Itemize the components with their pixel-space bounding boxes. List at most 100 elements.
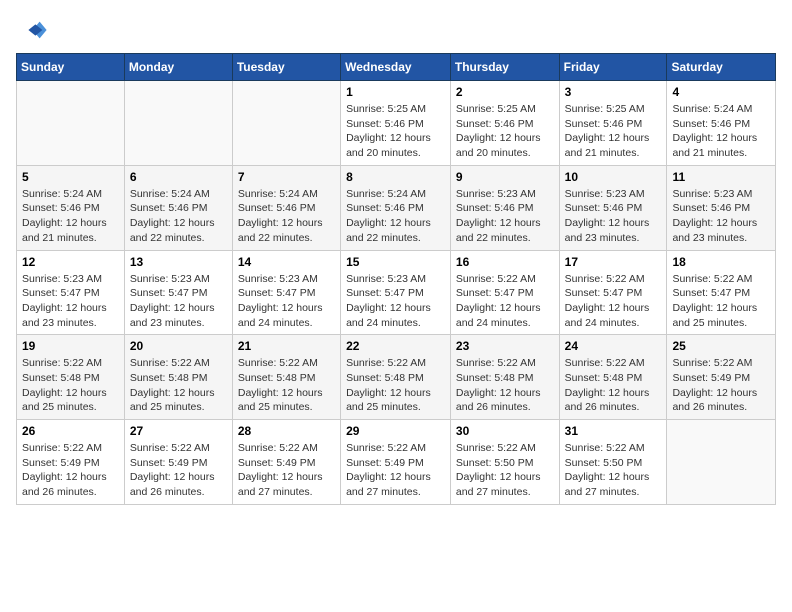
calendar-cell: 8 Sunrise: 5:24 AMSunset: 5:46 PMDaylight… <box>341 165 451 250</box>
day-info: Sunrise: 5:22 AMSunset: 5:50 PMDaylight:… <box>565 441 662 500</box>
calendar-cell: 22 Sunrise: 5:22 AMSunset: 5:48 PMDayligh… <box>341 335 451 420</box>
day-number: 3 <box>565 85 662 99</box>
day-info: Sunrise: 5:23 AMSunset: 5:47 PMDaylight:… <box>346 272 445 331</box>
calendar-cell: 26 Sunrise: 5:22 AMSunset: 5:49 PMDayligh… <box>17 420 125 505</box>
day-info: Sunrise: 5:22 AMSunset: 5:48 PMDaylight:… <box>565 356 662 415</box>
day-number: 6 <box>130 170 227 184</box>
calendar-cell: 2 Sunrise: 5:25 AMSunset: 5:46 PMDaylight… <box>450 81 559 166</box>
day-info: Sunrise: 5:25 AMSunset: 5:46 PMDaylight:… <box>565 102 662 161</box>
calendar-cell: 5 Sunrise: 5:24 AMSunset: 5:46 PMDaylight… <box>17 165 125 250</box>
calendar-cell: 18Sunrise: 5:22 AMSunset: 5:47 PMDayligh… <box>667 250 776 335</box>
day-info: Sunrise: 5:24 AMSunset: 5:46 PMDaylight:… <box>238 187 335 246</box>
calendar-cell <box>667 420 776 505</box>
day-number: 2 <box>456 85 554 99</box>
calendar-cell: 28 Sunrise: 5:22 AMSunset: 5:49 PMDayligh… <box>232 420 340 505</box>
day-info: Sunrise: 5:23 AMSunset: 5:46 PMDaylight:… <box>565 187 662 246</box>
calendar-cell: 21 Sunrise: 5:22 AMSunset: 5:48 PMDayligh… <box>232 335 340 420</box>
day-number: 22 <box>346 339 445 353</box>
calendar-cell: 3 Sunrise: 5:25 AMSunset: 5:46 PMDaylight… <box>559 81 667 166</box>
calendar-cell: 10 Sunrise: 5:23 AMSunset: 5:46 PMDayligh… <box>559 165 667 250</box>
day-number: 11 <box>672 170 770 184</box>
day-number: 4 <box>672 85 770 99</box>
day-info: Sunrise: 5:25 AMSunset: 5:46 PMDaylight:… <box>456 102 554 161</box>
day-number: 10 <box>565 170 662 184</box>
day-info: Sunrise: 5:22 AMSunset: 5:47 PMDaylight:… <box>672 272 770 331</box>
calendar-cell: 12 Sunrise: 5:23 AMSunset: 5:47 PMDayligh… <box>17 250 125 335</box>
logo-icon <box>20 16 48 44</box>
day-info: Sunrise: 5:23 AMSunset: 5:47 PMDaylight:… <box>130 272 227 331</box>
day-number: 29 <box>346 424 445 438</box>
logo <box>16 16 48 49</box>
day-number: 5 <box>22 170 119 184</box>
day-number: 21 <box>238 339 335 353</box>
day-header-thursday: Thursday <box>450 54 559 81</box>
day-number: 16 <box>456 255 554 269</box>
day-info: Sunrise: 5:23 AMSunset: 5:47 PMDaylight:… <box>238 272 335 331</box>
calendar-cell: 9 Sunrise: 5:23 AMSunset: 5:46 PMDaylight… <box>450 165 559 250</box>
calendar-cell: 20Sunrise: 5:22 AMSunset: 5:48 PMDayligh… <box>124 335 232 420</box>
page-header <box>16 16 776 49</box>
day-info: Sunrise: 5:22 AMSunset: 5:47 PMDaylight:… <box>565 272 662 331</box>
header-row: SundayMondayTuesdayWednesdayThursdayFrid… <box>17 54 776 81</box>
day-number: 23 <box>456 339 554 353</box>
day-header-wednesday: Wednesday <box>341 54 451 81</box>
week-row-1: 1 Sunrise: 5:25 AMSunset: 5:46 PMDaylight… <box>17 81 776 166</box>
day-number: 14 <box>238 255 335 269</box>
day-number: 31 <box>565 424 662 438</box>
day-info: Sunrise: 5:24 AMSunset: 5:46 PMDaylight:… <box>346 187 445 246</box>
day-info: Sunrise: 5:22 AMSunset: 5:49 PMDaylight:… <box>672 356 770 415</box>
day-number: 9 <box>456 170 554 184</box>
day-number: 7 <box>238 170 335 184</box>
day-header-friday: Friday <box>559 54 667 81</box>
calendar-cell: 30Sunrise: 5:22 AMSunset: 5:50 PMDayligh… <box>450 420 559 505</box>
calendar-cell: 14 Sunrise: 5:23 AMSunset: 5:47 PMDayligh… <box>232 250 340 335</box>
day-info: Sunrise: 5:22 AMSunset: 5:50 PMDaylight:… <box>456 441 554 500</box>
day-number: 26 <box>22 424 119 438</box>
calendar-cell: 1 Sunrise: 5:25 AMSunset: 5:46 PMDaylight… <box>341 81 451 166</box>
day-number: 17 <box>565 255 662 269</box>
day-number: 8 <box>346 170 445 184</box>
week-row-5: 26 Sunrise: 5:22 AMSunset: 5:49 PMDayligh… <box>17 420 776 505</box>
calendar-cell: 6Sunrise: 5:24 AMSunset: 5:46 PMDaylight… <box>124 165 232 250</box>
calendar-cell: 16 Sunrise: 5:22 AMSunset: 5:47 PMDayligh… <box>450 250 559 335</box>
calendar-cell <box>17 81 125 166</box>
day-info: Sunrise: 5:22 AMSunset: 5:49 PMDaylight:… <box>130 441 227 500</box>
day-info: Sunrise: 5:23 AMSunset: 5:46 PMDaylight:… <box>456 187 554 246</box>
day-number: 25 <box>672 339 770 353</box>
day-number: 12 <box>22 255 119 269</box>
day-header-monday: Monday <box>124 54 232 81</box>
day-info: Sunrise: 5:22 AMSunset: 5:48 PMDaylight:… <box>238 356 335 415</box>
day-header-saturday: Saturday <box>667 54 776 81</box>
day-info: Sunrise: 5:24 AMSunset: 5:46 PMDaylight:… <box>22 187 119 246</box>
calendar-cell: 4Sunrise: 5:24 AMSunset: 5:46 PMDaylight… <box>667 81 776 166</box>
calendar-cell: 7 Sunrise: 5:24 AMSunset: 5:46 PMDaylight… <box>232 165 340 250</box>
day-number: 20 <box>130 339 227 353</box>
day-info: Sunrise: 5:23 AMSunset: 5:46 PMDaylight:… <box>672 187 770 246</box>
day-number: 15 <box>346 255 445 269</box>
day-number: 19 <box>22 339 119 353</box>
calendar-cell: 13Sunrise: 5:23 AMSunset: 5:47 PMDayligh… <box>124 250 232 335</box>
calendar-cell: 11 Sunrise: 5:23 AMSunset: 5:46 PMDayligh… <box>667 165 776 250</box>
calendar-cell: 31 Sunrise: 5:22 AMSunset: 5:50 PMDayligh… <box>559 420 667 505</box>
calendar-cell: 25 Sunrise: 5:22 AMSunset: 5:49 PMDayligh… <box>667 335 776 420</box>
week-row-4: 19 Sunrise: 5:22 AMSunset: 5:48 PMDayligh… <box>17 335 776 420</box>
day-number: 28 <box>238 424 335 438</box>
calendar-cell: 19 Sunrise: 5:22 AMSunset: 5:48 PMDayligh… <box>17 335 125 420</box>
day-header-sunday: Sunday <box>17 54 125 81</box>
day-number: 27 <box>130 424 227 438</box>
day-info: Sunrise: 5:22 AMSunset: 5:47 PMDaylight:… <box>456 272 554 331</box>
day-number: 1 <box>346 85 445 99</box>
calendar-cell: 24 Sunrise: 5:22 AMSunset: 5:48 PMDayligh… <box>559 335 667 420</box>
day-info: Sunrise: 5:22 AMSunset: 5:49 PMDaylight:… <box>22 441 119 500</box>
day-info: Sunrise: 5:22 AMSunset: 5:49 PMDaylight:… <box>346 441 445 500</box>
day-info: Sunrise: 5:22 AMSunset: 5:48 PMDaylight:… <box>456 356 554 415</box>
week-row-3: 12 Sunrise: 5:23 AMSunset: 5:47 PMDayligh… <box>17 250 776 335</box>
day-info: Sunrise: 5:22 AMSunset: 5:48 PMDaylight:… <box>346 356 445 415</box>
day-info: Sunrise: 5:22 AMSunset: 5:48 PMDaylight:… <box>22 356 119 415</box>
day-info: Sunrise: 5:23 AMSunset: 5:47 PMDaylight:… <box>22 272 119 331</box>
day-number: 24 <box>565 339 662 353</box>
calendar-cell: 15 Sunrise: 5:23 AMSunset: 5:47 PMDayligh… <box>341 250 451 335</box>
day-info: Sunrise: 5:22 AMSunset: 5:49 PMDaylight:… <box>238 441 335 500</box>
day-info: Sunrise: 5:25 AMSunset: 5:46 PMDaylight:… <box>346 102 445 161</box>
calendar-cell: 27 Sunrise: 5:22 AMSunset: 5:49 PMDayligh… <box>124 420 232 505</box>
